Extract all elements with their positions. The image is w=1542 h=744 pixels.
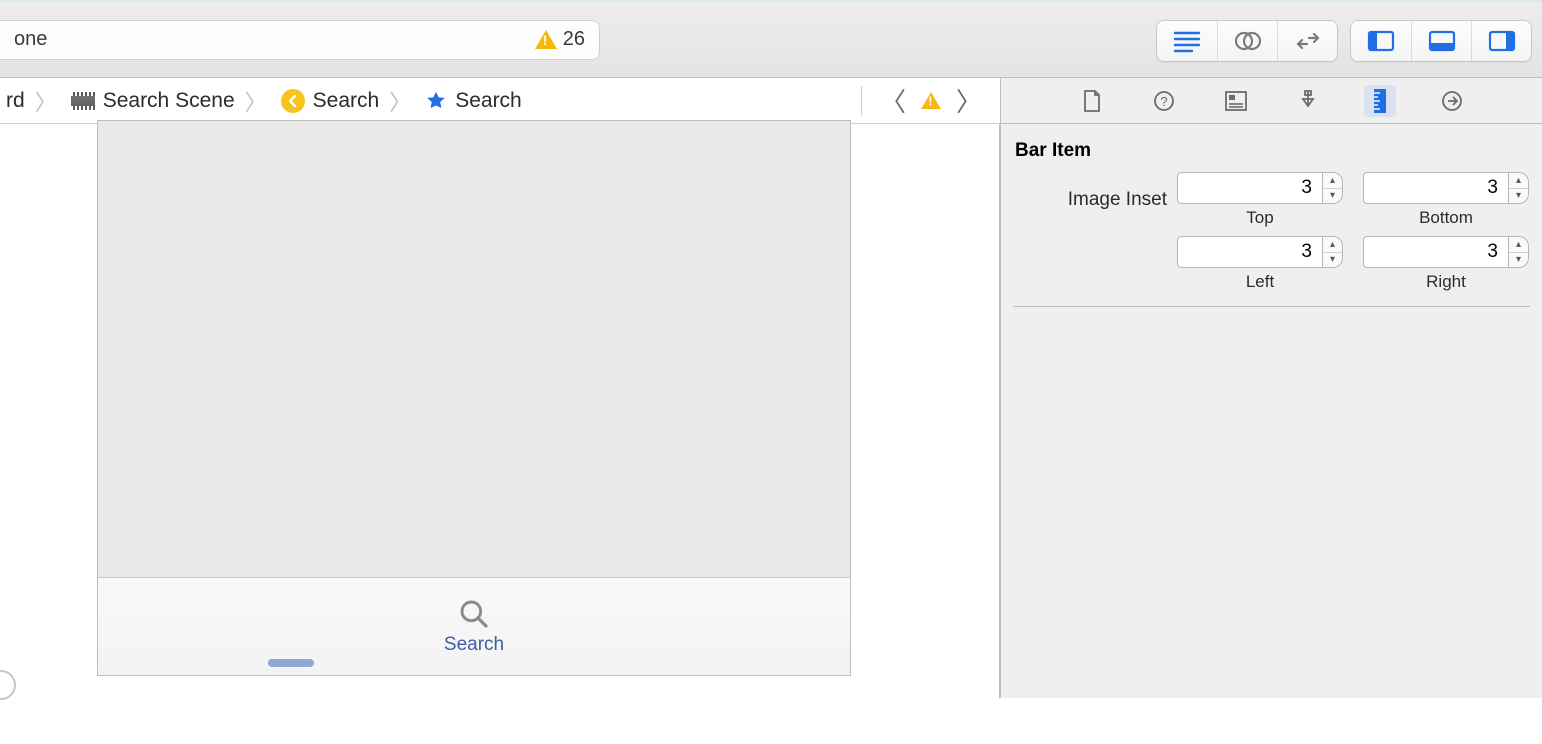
breadcrumb-3-label: Search bbox=[455, 89, 522, 113]
chevron-right-icon: 〉 bbox=[387, 85, 413, 117]
quick-help-tab[interactable]: ? bbox=[1148, 85, 1180, 117]
breadcrumb-item-0[interactable]: rd 〉 bbox=[0, 85, 65, 117]
breadcrumb-item-2[interactable]: Search 〉 bbox=[275, 85, 420, 117]
device-label: one bbox=[14, 28, 535, 51]
history-forward-button[interactable]: 〉 bbox=[956, 82, 982, 119]
history-back-button[interactable]: 〈 bbox=[880, 82, 906, 119]
connections-arrow-icon bbox=[1440, 89, 1464, 113]
top-toolbar: one 26 bbox=[0, 0, 1542, 78]
inspector-section-divider bbox=[1013, 306, 1530, 307]
inspector-tab-bar: ? bbox=[1001, 78, 1542, 124]
toggle-navigator-button[interactable] bbox=[1351, 21, 1411, 61]
inset-bottom-sublabel: Bottom bbox=[1419, 208, 1473, 228]
stepper-down-icon[interactable]: ▾ bbox=[1509, 253, 1528, 268]
panel-bottom-icon bbox=[1427, 29, 1457, 53]
panel-right-icon bbox=[1487, 29, 1517, 53]
stepper-down-icon[interactable]: ▾ bbox=[1323, 189, 1342, 204]
image-inset-row-1: Image Inset ▴▾ Top ▴▾ Bo bbox=[1013, 172, 1530, 228]
panel-visibility-group bbox=[1350, 20, 1532, 62]
panel-left-icon bbox=[1366, 29, 1396, 53]
inset-left-field[interactable]: ▴▾ bbox=[1177, 236, 1343, 268]
chevron-right-icon: 〉 bbox=[33, 85, 59, 117]
inset-bottom-field[interactable]: ▴▾ bbox=[1363, 172, 1529, 204]
stepper-up-icon[interactable]: ▴ bbox=[1323, 173, 1342, 189]
assistant-editor-button[interactable] bbox=[1217, 21, 1277, 61]
inset-top-field[interactable]: ▴▾ bbox=[1177, 172, 1343, 204]
inset-top-input[interactable] bbox=[1177, 172, 1323, 204]
inset-left-input[interactable] bbox=[1177, 236, 1323, 268]
file-icon bbox=[1081, 89, 1103, 113]
issues-count: 26 bbox=[563, 28, 585, 51]
breadcrumb-1-label: Search Scene bbox=[103, 89, 235, 113]
warning-icon[interactable] bbox=[921, 92, 941, 109]
inset-right-input[interactable] bbox=[1363, 236, 1509, 268]
tabbar-item-icon bbox=[425, 90, 447, 112]
standard-editor-button[interactable] bbox=[1157, 21, 1217, 61]
section-title: Bar Item bbox=[1013, 136, 1530, 172]
file-inspector-tab[interactable] bbox=[1076, 85, 1108, 117]
jump-bar: rd 〉 Search Scene 〉 Search 〉 Search bbox=[0, 78, 1000, 124]
overlap-circles-icon bbox=[1233, 29, 1263, 53]
breadcrumb-0-label: rd bbox=[6, 89, 25, 113]
lines-icon bbox=[1172, 29, 1202, 53]
device-preview[interactable]: Search bbox=[97, 120, 851, 676]
breadcrumb-item-3[interactable]: Search bbox=[419, 89, 528, 113]
inset-left-sublabel: Left bbox=[1246, 272, 1274, 292]
attributes-inspector-tab[interactable] bbox=[1292, 85, 1324, 117]
inspector-body: Bar Item Image Inset ▴▾ Top ▴▾ bbox=[1001, 124, 1542, 319]
inspector-panel: ? bbox=[1000, 78, 1542, 698]
size-inspector-tab[interactable] bbox=[1364, 85, 1396, 117]
inset-bottom-input[interactable] bbox=[1363, 172, 1509, 204]
slider-arrow-icon bbox=[1297, 89, 1319, 113]
toggle-inspector-button[interactable] bbox=[1471, 21, 1531, 61]
breadcrumb-item-1[interactable]: Search Scene 〉 bbox=[65, 85, 275, 117]
chevron-right-icon: 〉 bbox=[243, 85, 269, 117]
search-icon bbox=[458, 598, 490, 630]
tab-item-label: Search bbox=[444, 634, 504, 656]
storyboard-scene-icon bbox=[71, 92, 95, 110]
inset-right-field[interactable]: ▴▾ bbox=[1363, 236, 1529, 268]
image-inset-row-2: ▴▾ Left ▴▾ Right bbox=[1013, 236, 1530, 292]
identity-inspector-tab[interactable] bbox=[1220, 85, 1252, 117]
view-controller-icon bbox=[281, 89, 305, 113]
inset-top-sublabel: Top bbox=[1246, 208, 1273, 228]
inset-left-stepper[interactable]: ▴▾ bbox=[1323, 236, 1343, 268]
canvas-area[interactable]: Search bbox=[0, 124, 1000, 698]
stepper-up-icon[interactable]: ▴ bbox=[1323, 237, 1342, 253]
jump-bar-divider bbox=[861, 86, 862, 116]
inset-right-stepper[interactable]: ▴▾ bbox=[1509, 236, 1529, 268]
image-inset-label: Image Inset bbox=[1013, 189, 1167, 211]
version-editor-button[interactable] bbox=[1277, 21, 1337, 61]
svg-text:?: ? bbox=[1160, 94, 1167, 109]
id-card-icon bbox=[1224, 90, 1248, 112]
warning-icon bbox=[535, 30, 557, 49]
stepper-down-icon[interactable]: ▾ bbox=[1509, 189, 1528, 204]
inset-bottom-stepper[interactable]: ▴▾ bbox=[1509, 172, 1529, 204]
home-indicator bbox=[268, 659, 314, 667]
inset-right-sublabel: Right bbox=[1426, 272, 1466, 292]
activity-status-field[interactable]: one 26 bbox=[0, 20, 600, 60]
inset-top-stepper[interactable]: ▴▾ bbox=[1323, 172, 1343, 204]
stepper-up-icon[interactable]: ▴ bbox=[1509, 237, 1528, 253]
editor-mode-group bbox=[1156, 20, 1338, 62]
toggle-debug-area-button[interactable] bbox=[1411, 21, 1471, 61]
connections-inspector-tab[interactable] bbox=[1436, 85, 1468, 117]
tab-item-search[interactable]: Search bbox=[444, 598, 504, 656]
question-circle-icon: ? bbox=[1152, 89, 1176, 113]
toolbar-right-buttons bbox=[1156, 20, 1532, 62]
stepper-down-icon[interactable]: ▾ bbox=[1323, 253, 1342, 268]
stepper-up-icon[interactable]: ▴ bbox=[1509, 173, 1528, 189]
canvas-hint-circle bbox=[0, 670, 16, 700]
tab-bar[interactable]: Search bbox=[98, 577, 850, 675]
issues-indicator[interactable]: 26 bbox=[535, 28, 585, 51]
ruler-icon bbox=[1372, 88, 1388, 114]
arrows-swap-icon bbox=[1293, 29, 1323, 53]
breadcrumb-2-label: Search bbox=[313, 89, 380, 113]
